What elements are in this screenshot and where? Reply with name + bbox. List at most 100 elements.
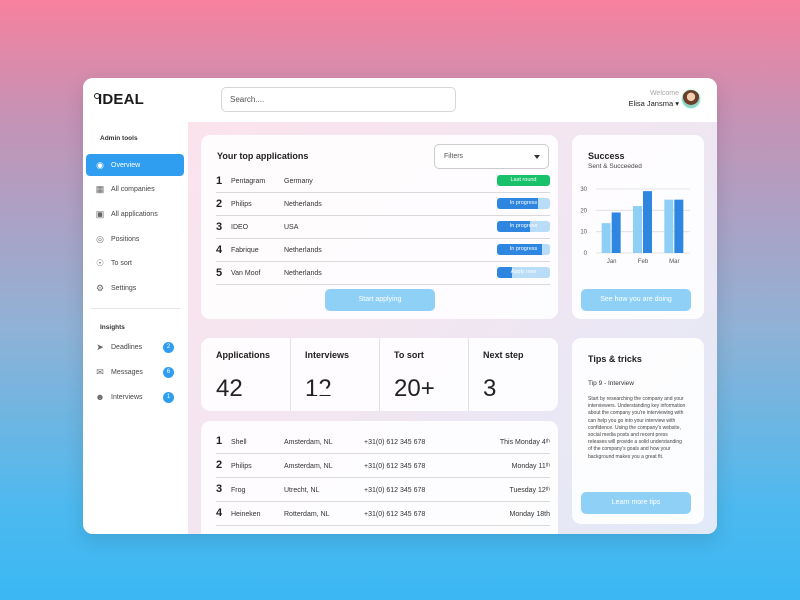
x-tick-label: Mar bbox=[669, 259, 679, 265]
interviews-count-badge: 1 bbox=[163, 392, 174, 403]
table-row[interactable]: 2 Philips Amsterdam, NL +31(0) 612 345 6… bbox=[216, 454, 550, 478]
start-applying-button[interactable]: Start applying bbox=[325, 289, 435, 311]
status-badge: In progress bbox=[497, 198, 550, 209]
user-menu[interactable]: Welcome Elisa Jansma ▾ bbox=[629, 90, 679, 108]
admin-tools-heading: Admin tools bbox=[100, 135, 138, 142]
sidebar-item-deadlines[interactable]: ➤ Deadlines 2 bbox=[86, 336, 184, 358]
table-row[interactable]: 3 IDEO USA In progress bbox=[216, 216, 550, 239]
row-city: Amsterdam, NL bbox=[284, 463, 333, 470]
search-input[interactable]: Search.... bbox=[221, 87, 456, 112]
row-country: Germany bbox=[284, 178, 313, 185]
row-rank: 4 bbox=[216, 507, 223, 519]
chart-bar bbox=[643, 191, 652, 253]
row-date: Tuesday 12ᵗʰ bbox=[509, 487, 550, 494]
top-applications-card: Your top applications Filters 1 Pentagra… bbox=[201, 135, 558, 319]
sidebar-item-label: All companies bbox=[111, 185, 155, 193]
table-row[interactable]: 4 Heineken Rotterdam, NL +31(0) 612 345 … bbox=[216, 502, 550, 526]
table-row[interactable]: 5 Van Moof Netherlands Apply now bbox=[216, 262, 550, 285]
eye-icon: ☉ bbox=[95, 258, 105, 268]
sidebar-item-overview[interactable]: ◉ Overview bbox=[86, 154, 184, 176]
sidebar-item-label: Interviews bbox=[111, 393, 143, 401]
card-title: Your top applications bbox=[217, 151, 309, 161]
progress-fill bbox=[497, 267, 512, 278]
stat-value: 42 bbox=[216, 375, 243, 402]
mail-icon: ✉ bbox=[96, 367, 104, 377]
sidebar-item-settings[interactable]: ⚙ Settings bbox=[86, 277, 184, 299]
row-phone: +31(0) 612 345 678 bbox=[364, 511, 426, 518]
row-date: This Monday 4ᵗʰ bbox=[499, 439, 550, 446]
y-tick-label: 10 bbox=[580, 230, 587, 236]
row-company: IDEO bbox=[231, 224, 249, 231]
sidebar-item-positions[interactable]: ◎ Positions bbox=[86, 228, 184, 250]
chart-bar bbox=[611, 212, 621, 253]
user-name[interactable]: Elisa Jansma ▾ bbox=[629, 99, 679, 108]
status-text: Last round bbox=[510, 177, 537, 183]
status-text: Apply now bbox=[510, 269, 537, 275]
stat-applications[interactable]: Applications 42 bbox=[201, 338, 290, 411]
status-badge: In progress bbox=[497, 244, 550, 255]
tips-card: Tips & tricks Tip 9 - Interview Start by… bbox=[572, 338, 704, 524]
sidebar-item-all-companies[interactable]: ▦ All companies bbox=[86, 178, 184, 200]
card-title: Tips & tricks bbox=[588, 354, 642, 364]
stat-label: Applications bbox=[216, 350, 271, 360]
row-phone: +31(0) 612 345 678 bbox=[364, 439, 426, 446]
row-company: Philips bbox=[231, 463, 252, 470]
gear-icon: ⚙ bbox=[95, 283, 105, 293]
pin-icon: ➤ bbox=[96, 342, 104, 352]
row-rank: 4 bbox=[216, 244, 223, 256]
stat-label: Interviews bbox=[305, 350, 350, 360]
see-how-you-are-doing-button[interactable]: See how you are doing bbox=[581, 289, 691, 311]
row-phone: +31(0) 612 345 678 bbox=[364, 463, 426, 470]
row-rank: 3 bbox=[216, 221, 223, 233]
sidebar-divider bbox=[91, 308, 180, 309]
stats-pointer bbox=[313, 385, 333, 395]
chevron-down-icon bbox=[534, 155, 540, 159]
stats-card: Applications 42 Interviews 12 To sort 20… bbox=[201, 338, 558, 411]
status-badge: Apply now bbox=[497, 267, 550, 278]
table-row[interactable]: 2 Philips Netherlands In progress bbox=[216, 193, 550, 216]
stat-interviews[interactable]: Interviews 12 bbox=[290, 338, 379, 411]
sidebar: Admin tools ◉ Overview ▦ All companies ▣… bbox=[83, 122, 188, 534]
sidebar-item-label: All applications bbox=[111, 210, 158, 218]
row-company: Philips bbox=[231, 201, 252, 208]
row-city: Rotterdam, NL bbox=[284, 511, 330, 518]
sidebar-item-label: To sort bbox=[111, 259, 133, 267]
avatar[interactable] bbox=[681, 89, 701, 109]
sidebar-item-interviews[interactable]: ☻ Interviews 1 bbox=[86, 386, 184, 408]
table-row[interactable]: 3 Frog Utrecht, NL +31(0) 612 345 678 Tu… bbox=[216, 478, 550, 502]
welcome-label: Welcome bbox=[649, 90, 679, 97]
learn-more-tips-button[interactable]: Learn more tips bbox=[581, 492, 691, 514]
logo-dot-icon bbox=[94, 93, 100, 99]
table-row[interactable]: 1 Shell Amsterdam, NL +31(0) 612 345 678… bbox=[216, 430, 550, 454]
row-rank: 2 bbox=[216, 459, 223, 471]
row-company: Fabrique bbox=[231, 247, 259, 254]
y-tick-label: 20 bbox=[580, 208, 587, 214]
row-country: Netherlands bbox=[284, 247, 322, 254]
x-tick-label: Jan bbox=[607, 259, 617, 265]
briefcase-icon: ▣ bbox=[95, 209, 105, 219]
sidebar-item-label: Deadlines bbox=[111, 343, 143, 351]
filters-dropdown[interactable]: Filters bbox=[434, 144, 549, 169]
chart-bar bbox=[601, 223, 611, 253]
table-row[interactable]: 1 Pentagram Germany Last round bbox=[216, 170, 550, 193]
stat-to-sort[interactable]: To sort 20+ bbox=[379, 338, 468, 411]
y-tick-label: 0 bbox=[584, 251, 588, 257]
logo[interactable]: IDEAL bbox=[94, 91, 144, 108]
person-icon: ☻ bbox=[95, 392, 105, 402]
sidebar-item-messages[interactable]: ✉ Messages 6 bbox=[86, 361, 184, 383]
row-company: Heineken bbox=[231, 511, 261, 518]
sidebar-item-label: Overview bbox=[111, 161, 141, 169]
row-country: USA bbox=[284, 224, 299, 231]
tip-subtitle: Tip 9 - Interview bbox=[588, 380, 634, 387]
sidebar-item-all-applications[interactable]: ▣ All applications bbox=[86, 203, 184, 225]
sidebar-item-label: Messages bbox=[111, 368, 143, 376]
row-country: Netherlands bbox=[284, 201, 322, 208]
filters-label: Filters bbox=[444, 153, 464, 160]
sidebar-item-to-sort[interactable]: ☉ To sort bbox=[86, 252, 184, 274]
stat-next-step[interactable]: Next step 3 bbox=[468, 338, 558, 411]
table-row[interactable]: 4 Fabrique Netherlands In progress bbox=[216, 239, 550, 262]
chart-bar bbox=[664, 199, 674, 253]
x-tick-label: Feb bbox=[638, 259, 649, 265]
row-company: Frog bbox=[231, 487, 246, 494]
card-subtitle: Sent & Succeeded bbox=[588, 163, 642, 170]
